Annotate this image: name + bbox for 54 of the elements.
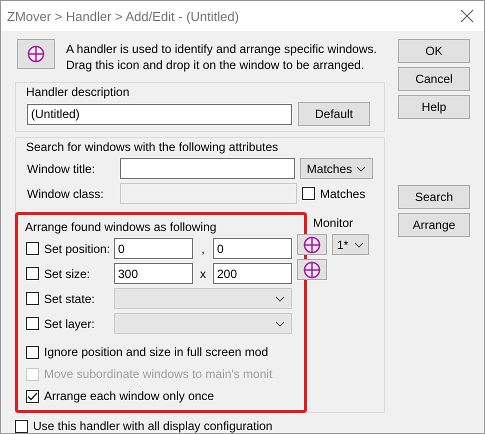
checkbox[interactable]	[26, 242, 39, 255]
crosshair-icon	[303, 260, 321, 278]
checkbox[interactable]	[26, 317, 39, 330]
monitor-dropdown[interactable]: 1*	[332, 234, 369, 255]
intro-text: A handler is used to identify and arrange specific windows. Drag this icon and drop it on the window to be arranged.	[66, 41, 378, 73]
checkbox[interactable]	[15, 420, 28, 432]
dialog-button[interactable]: Cancel	[398, 67, 470, 91]
close-icon[interactable]	[460, 9, 474, 23]
caret-icon	[356, 166, 366, 172]
separator-text: x	[199, 266, 207, 280]
option-checkbox-row[interactable]: Set state:	[26, 292, 114, 306]
description-field[interactable]: (Untitled)	[27, 104, 292, 124]
default-button[interactable]: Default	[298, 102, 370, 126]
option-checkbox-row[interactable]: Set size:	[26, 266, 114, 280]
pick-size-button[interactable]	[297, 259, 327, 280]
group-label: Arrange found windows as following	[25, 220, 218, 234]
option-checkbox-row[interactable]: Use this handler with all display configuration	[15, 419, 385, 433]
checkbox-label: Set state:	[44, 292, 95, 306]
option-checkbox-row[interactable]: Set position:	[26, 242, 114, 256]
action-button[interactable]: Arrange	[398, 213, 470, 237]
window-title: ZMover > Handler > Add/Edit - (Untitled)	[7, 8, 239, 24]
caret-icon	[354, 242, 364, 248]
dialog-button[interactable]: OK	[398, 39, 470, 63]
checkbox-label: Set position:	[44, 242, 110, 256]
field-label: Window title:	[27, 162, 96, 176]
group-label: Handler description	[26, 85, 130, 99]
checkbox-label: Set size:	[44, 266, 90, 280]
number-field[interactable]: 300	[114, 263, 193, 284]
monitor-label: Monitor	[313, 216, 354, 230]
checkbox-label: Matches	[320, 186, 366, 200]
option-checkbox-row[interactable]: Set layer:	[26, 316, 114, 330]
number-field[interactable]: 0	[114, 238, 193, 259]
drag-target-button[interactable]	[17, 39, 55, 69]
checkbox-label: Set layer:	[44, 316, 95, 330]
caret-icon	[275, 296, 285, 302]
checkmark-icon	[27, 392, 38, 400]
window-title-field[interactable]	[120, 158, 295, 179]
crosshair-icon	[303, 236, 321, 254]
separator-text: ,	[200, 242, 206, 256]
number-field[interactable]: 0	[213, 238, 292, 259]
match-dropdown[interactable]: Matches	[300, 158, 373, 179]
group-label: Search for windows with the following attributes	[26, 140, 280, 154]
crosshair-icon	[27, 45, 45, 63]
checkbox[interactable]	[26, 267, 39, 280]
pick-position-button[interactable]	[297, 234, 327, 255]
caret-icon	[275, 320, 285, 326]
dialog-button[interactable]: Help	[398, 95, 470, 119]
action-button[interactable]: Search	[398, 185, 470, 209]
checkbox[interactable]	[26, 390, 39, 402]
checkbox[interactable]	[26, 292, 39, 305]
number-field[interactable]: 200	[213, 263, 292, 284]
checkbox[interactable]	[26, 346, 39, 358]
checkbox-label: Use this handler with all display configuration	[33, 419, 272, 433]
field-label: Window class:	[27, 186, 105, 200]
